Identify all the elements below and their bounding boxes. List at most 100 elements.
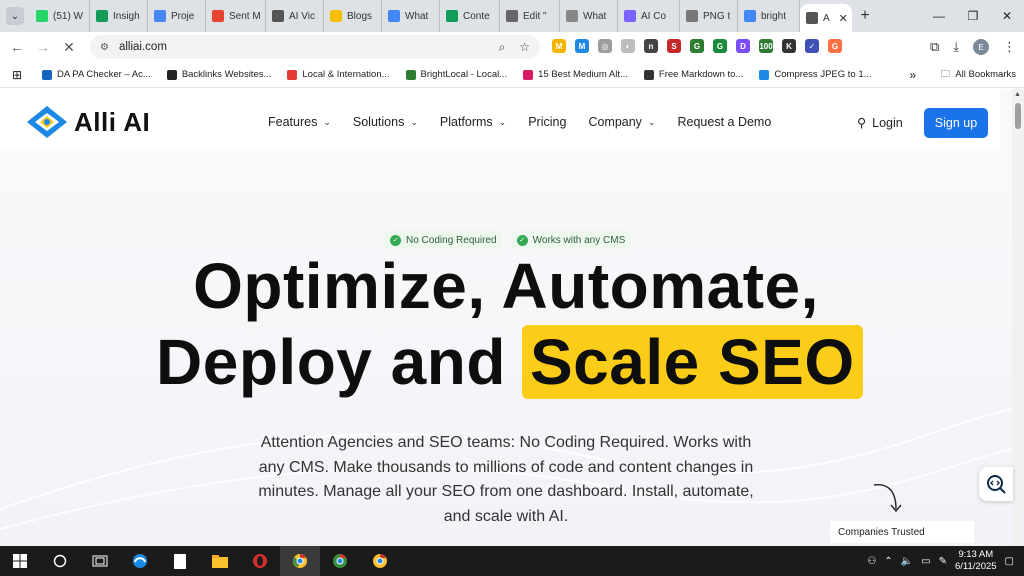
site-info-icon[interactable]: ⚙ <box>100 42 109 53</box>
extension-icon[interactable]: G <box>690 39 704 53</box>
more-menu-icon[interactable]: ⋮ <box>1003 39 1016 55</box>
opera-icon[interactable] <box>240 546 280 576</box>
scrollbar-thumb[interactable] <box>1015 103 1021 129</box>
extension-icon[interactable]: G <box>828 39 842 53</box>
people-icon[interactable]: ⚇ <box>867 556 876 567</box>
chrome-icon[interactable] <box>360 546 400 576</box>
alli-logo-icon <box>27 106 67 138</box>
tab-title: What <box>405 10 429 22</box>
nav-item-request-a-demo[interactable]: Request a Demo <box>677 115 771 129</box>
back-arrow-icon[interactable]: ← <box>4 39 30 55</box>
badge-any-cms: ✓ Works with any CMS <box>510 231 632 249</box>
web-page: Alli AI Features ⌄ Solutions ⌄ Platforms ⌄ Pri… <box>0 89 1024 546</box>
chrome-icon[interactable] <box>280 546 320 576</box>
file-icon[interactable] <box>160 546 200 576</box>
task-view-icon[interactable] <box>80 546 120 576</box>
bookmark-label: Local & Internation... <box>302 69 390 80</box>
chrome-profile-icon[interactable] <box>320 546 360 576</box>
tab-title: Blogs <box>347 10 373 22</box>
signup-button[interactable]: Sign up <box>924 108 988 138</box>
extension-icon[interactable]: M <box>575 39 589 53</box>
login-label: Login <box>872 115 903 130</box>
new-tab-button[interactable]: + <box>852 7 878 25</box>
floating-widget-button[interactable] <box>979 467 1013 501</box>
address-bar[interactable]: ⚙ alliai.com ⌕ ☆ <box>90 35 540 59</box>
tab-search-button[interactable]: ⌄ <box>0 0 30 32</box>
bookmark-item[interactable]: Backlinks Websites... <box>159 69 280 80</box>
nav-item-platforms[interactable]: Platforms ⌄ <box>440 115 506 129</box>
browser-tab[interactable]: PNG t <box>680 0 738 32</box>
clock[interactable]: 9:13 AM 6/11/2025 <box>955 549 997 573</box>
extension-icon[interactable]: D <box>736 39 750 53</box>
browser-tab[interactable]: AI Co <box>618 0 680 32</box>
bookmarks-overflow-icon[interactable]: » <box>909 68 916 82</box>
extension-icon[interactable]: ◐ <box>621 39 635 53</box>
chevron-up-icon[interactable]: ⌃ <box>884 556 892 567</box>
browser-tab[interactable]: Insigh <box>90 0 148 32</box>
browser-tab[interactable]: Sent M <box>206 0 266 32</box>
notifications-icon[interactable]: ▢ <box>1005 556 1014 567</box>
scroll-up-icon[interactable]: ▲ <box>1014 91 1021 98</box>
extension-icon[interactable]: 100 <box>759 39 773 53</box>
edge-browser-icon[interactable] <box>120 546 160 576</box>
extension-icon[interactable]: S <box>667 39 681 53</box>
extension-icon[interactable]: K <box>782 39 796 53</box>
forward-arrow-icon[interactable]: → <box>30 39 56 55</box>
bookmark-item[interactable]: DA PA Checker – Ac... <box>34 69 159 80</box>
battery-icon[interactable]: ▭ <box>921 556 930 567</box>
sheets-icon <box>446 10 458 22</box>
extension-icon[interactable]: M <box>552 39 566 53</box>
windows-taskbar: ⚇ ⌃ 🔈 ▭ ✎ 9:13 AM 6/11/2025 ▢ <box>0 546 1024 576</box>
browser-tab[interactable]: Proje <box>148 0 206 32</box>
nav-item-solutions[interactable]: Solutions ⌄ <box>353 115 418 129</box>
close-button[interactable]: ✕ <box>990 0 1024 32</box>
page-scrollbar[interactable]: ▲ <box>1012 89 1024 546</box>
browser-tab[interactable]: (51) W <box>30 0 90 32</box>
nav-item-features[interactable]: Features ⌄ <box>268 115 331 129</box>
bookmark-item[interactable]: Free Markdown to... <box>636 69 751 80</box>
browser-tab[interactable]: Blogs <box>324 0 382 32</box>
main-nav: Features ⌄ Solutions ⌄ Platforms ⌄ Pricing Comp… <box>268 115 771 129</box>
minimize-button[interactable]: — <box>922 0 956 32</box>
bookmark-star-icon[interactable]: ☆ <box>519 40 530 55</box>
extension-icon[interactable]: G <box>713 39 727 53</box>
browser-tab[interactable]: A ✕ <box>800 4 852 32</box>
site-logo[interactable]: Alli AI <box>26 105 150 139</box>
search-circle-icon[interactable] <box>40 546 80 576</box>
bookmark-item[interactable]: 15 Best Medium Alt... <box>515 69 636 80</box>
extension-icon[interactable]: ◎ <box>598 39 612 53</box>
tab-title: Edit " <box>523 10 547 22</box>
bookmark-label: DA PA Checker – Ac... <box>57 69 151 80</box>
download-icon[interactable]: ⤓ <box>953 39 959 55</box>
browser-tab[interactable]: What <box>382 0 440 32</box>
nav-item-company[interactable]: Company ⌄ <box>588 115 655 129</box>
profile-avatar[interactable]: E <box>973 39 989 55</box>
bookmark-item[interactable]: BrightLocal - Local... <box>398 69 516 80</box>
all-bookmarks-button[interactable]: 🗀 All Bookmarks <box>941 67 1016 83</box>
pen-icon[interactable]: ✎ <box>939 556 947 567</box>
browser-tab[interactable]: bright <box>738 0 800 32</box>
browser-tab[interactable]: Edit " <box>500 0 560 32</box>
apps-grid-icon[interactable]: ⊞ <box>0 68 34 82</box>
restore-button[interactable]: ❐ <box>956 0 990 32</box>
browser-tab[interactable]: AI Vic <box>266 0 324 32</box>
extensions-puzzle-icon[interactable]: ⧉ <box>930 39 939 55</box>
browser-tab[interactable]: What <box>560 0 618 32</box>
url-text[interactable]: alliai.com <box>119 41 167 53</box>
close-tab-icon[interactable]: ✕ <box>839 12 848 25</box>
stop-loading-icon[interactable]: ✕ <box>56 39 82 56</box>
tab-title: Proje <box>171 10 195 22</box>
extension-icon[interactable]: ✓ <box>805 39 819 53</box>
start-windows-icon[interactable] <box>0 546 40 576</box>
bookmark-item[interactable]: Compress JPEG to 1... <box>751 69 879 80</box>
bookmark-item[interactable]: Local & Internation... <box>279 69 397 80</box>
nav-item-pricing[interactable]: Pricing <box>528 115 566 129</box>
zoom-search-icon[interactable]: ⌕ <box>499 40 506 55</box>
chevron-down-icon: ⌄ <box>498 116 507 127</box>
file-explorer-icon[interactable] <box>200 546 240 576</box>
volume-muted-icon[interactable]: 🔈 <box>901 556 913 567</box>
extension-icon[interactable]: n <box>644 39 658 53</box>
browser-tab[interactable]: Conte <box>440 0 500 32</box>
headline-highlight: Scale SEO <box>521 325 863 399</box>
login-link[interactable]: ⚲ Login <box>857 115 903 131</box>
